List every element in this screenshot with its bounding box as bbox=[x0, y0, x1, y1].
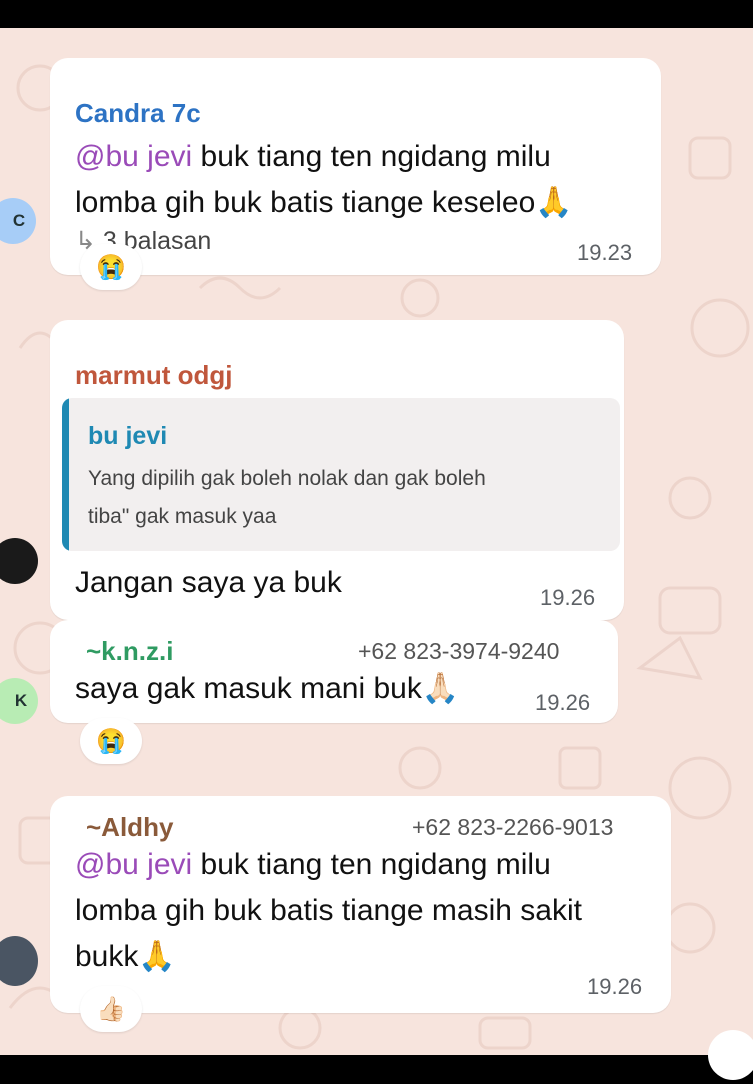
message-text: buk tiang ten ngidang milu bbox=[192, 848, 551, 881]
message-text: buk tiang ten ngidang milu bbox=[192, 140, 551, 173]
message-time: 19.26 bbox=[535, 690, 591, 715]
reaction-badge[interactable]: 😭 bbox=[80, 718, 142, 764]
message-time: 19.26 bbox=[540, 585, 596, 610]
quote-sender: bu jevi bbox=[88, 422, 168, 450]
mention[interactable]: @bu jevi bbox=[75, 140, 192, 173]
sender-name[interactable]: marmut odgj bbox=[75, 360, 232, 391]
sender-name[interactable]: Candra 7c bbox=[75, 98, 201, 129]
sender-phone[interactable]: +62 823-3974-9240 bbox=[358, 638, 559, 665]
message-bubble[interactable]: ~k.n.z.i +62 823-3974-9240 saya gak masu… bbox=[50, 620, 618, 723]
message-bubble[interactable]: ~Aldhy +62 823-2266-9013 @bu jevi buk ti… bbox=[50, 796, 671, 1013]
message-text: saya gak masuk mani buk bbox=[75, 672, 422, 705]
pray-emoji-icon: 🙏🏻 bbox=[421, 672, 460, 705]
message-line-3: bukk🙏 bbox=[75, 934, 176, 980]
message-text: Jangan saya ya buk bbox=[75, 566, 342, 599]
sender-name[interactable]: ~k.n.z.i bbox=[86, 636, 173, 667]
avatar-letter: C bbox=[12, 211, 26, 230]
message-line-1: @bu jevi buk tiang ten ngidang milu bbox=[75, 134, 551, 180]
message-bubble[interactable]: Candra 7c @bu jevi buk tiang ten ngidang… bbox=[50, 58, 661, 275]
avatar-letter: K bbox=[14, 691, 28, 710]
message-line: saya gak masuk mani buk🙏🏻 bbox=[75, 666, 459, 712]
message-bubble[interactable]: marmut odgj bu jevi Yang dipilih gak bol… bbox=[50, 320, 624, 620]
message-line-2: lomba gih buk batis tiange masih sakit bbox=[75, 894, 582, 927]
message-time: 19.26 bbox=[587, 974, 643, 999]
scroll-down-button[interactable] bbox=[708, 1030, 753, 1080]
message-line-2: lomba gih buk batis tiange keseleo🙏 bbox=[75, 180, 573, 226]
reaction-badge[interactable]: 😭 bbox=[80, 244, 142, 290]
quote-bar bbox=[62, 398, 69, 551]
message-text: lomba gih buk batis tiange keseleo bbox=[75, 186, 536, 219]
quote-line-2: tiba" gak masuk yaa bbox=[88, 505, 277, 528]
mention[interactable]: @bu jevi bbox=[75, 848, 192, 881]
pray-emoji-icon: 🙏 bbox=[138, 940, 176, 973]
sender-phone[interactable]: +62 823-2266-9013 bbox=[412, 814, 613, 841]
quoted-message[interactable]: bu jevi Yang dipilih gak boleh nolak dan… bbox=[62, 398, 620, 551]
quote-line-1: Yang dipilih gak boleh nolak dan gak bol… bbox=[88, 467, 486, 490]
message-line-1: @bu jevi buk tiang ten ngidang milu bbox=[75, 842, 551, 888]
chat-area[interactable]: C Candra 7c @bu jevi buk tiang ten ngida… bbox=[0, 28, 753, 1055]
reaction-badge[interactable]: 👍🏻 bbox=[80, 986, 142, 1032]
sender-name[interactable]: ~Aldhy bbox=[86, 812, 173, 843]
message-text: bukk bbox=[75, 940, 139, 973]
pray-emoji-icon: 🙏 bbox=[535, 186, 573, 219]
message-time: 19.23 bbox=[577, 240, 633, 265]
